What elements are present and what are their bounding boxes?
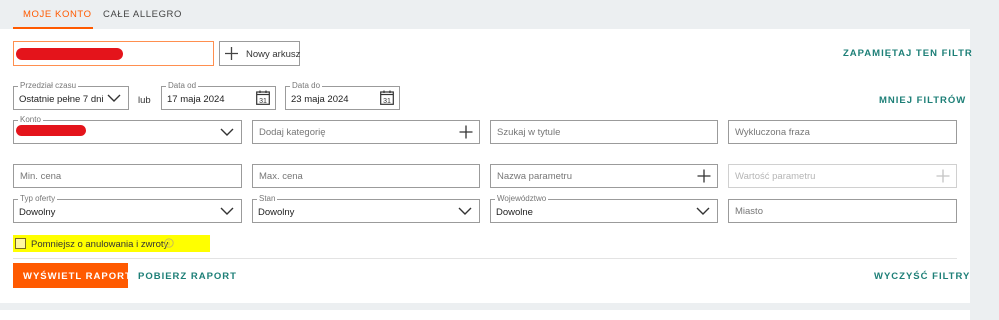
- min-price-placeholder: Min. cena: [20, 171, 62, 182]
- offer-type-legend: Typ oferty: [18, 194, 58, 204]
- download-report-link[interactable]: POBIERZ RAPORT: [138, 271, 237, 282]
- new-sheet-label: Nowy arkusz: [246, 49, 301, 60]
- param-value-input: Wartość parametru: [728, 164, 957, 188]
- clear-filters-link[interactable]: WYCZYŚĆ FILTRY: [874, 271, 970, 282]
- period-value: Ostatnie pełne 7 dni: [19, 94, 104, 105]
- or-label: lub: [138, 95, 151, 106]
- param-value-placeholder: Wartość parametru: [735, 171, 816, 182]
- plus-icon: [936, 169, 950, 183]
- chevron-down-icon: [458, 207, 472, 215]
- offer-type-value: Dowolny: [19, 207, 56, 218]
- city-placeholder: Miasto: [735, 206, 763, 217]
- new-sheet-button[interactable]: Nowy arkusz: [219, 41, 300, 66]
- date-to-legend: Data do: [290, 81, 323, 91]
- chevron-down-icon: [107, 94, 121, 102]
- province-value: Dowolne: [496, 207, 533, 218]
- date-from-input[interactable]: Data od 17 maja 2024 31: [161, 81, 276, 110]
- panel-separator: [0, 303, 970, 310]
- max-price-input[interactable]: Max. cena: [252, 164, 480, 188]
- province-legend: Województwo: [495, 194, 549, 204]
- chevron-down-icon: [220, 207, 234, 215]
- date-to-input[interactable]: Data do 23 maja 2024 31: [285, 81, 400, 110]
- offer-type-select[interactable]: Typ oferty Dowolny: [13, 194, 242, 223]
- province-select[interactable]: Województwo Dowolne: [490, 194, 718, 223]
- category-placeholder: Dodaj kategorię: [259, 127, 326, 138]
- account-legend: Konto: [18, 115, 43, 125]
- fewer-filters-link[interactable]: MNIEJ FILTRÓW: [879, 95, 966, 106]
- title-search-input[interactable]: Szukaj w tytule: [490, 120, 718, 144]
- param-name-input[interactable]: Nazwa parametru: [490, 164, 718, 188]
- tab-all-allegro[interactable]: CAŁE ALLEGRO: [103, 9, 182, 20]
- chevron-down-icon: [696, 207, 710, 215]
- chevron-down-icon: [220, 128, 234, 136]
- city-input[interactable]: Miasto: [728, 199, 957, 223]
- info-icon[interactable]: [164, 238, 174, 248]
- date-to-value: 23 maja 2024: [291, 94, 349, 105]
- sheet-name-input[interactable]: [13, 41, 214, 66]
- calendar-icon[interactable]: 31: [256, 90, 270, 105]
- plus-icon[interactable]: [459, 125, 473, 139]
- reduce-returns-label[interactable]: Pomniejsz o anulowania i zwroty: [31, 239, 168, 250]
- excluded-phrase-placeholder: Wykluczona fraza: [735, 127, 810, 138]
- show-report-label: WYŚWIETL RAPORT: [23, 271, 132, 282]
- tab-bar: MOJE KONTO CAŁE ALLEGRO: [0, 0, 970, 28]
- plus-icon[interactable]: [697, 169, 711, 183]
- excluded-phrase-input[interactable]: Wykluczona fraza: [728, 120, 957, 144]
- param-name-placeholder: Nazwa parametru: [497, 171, 572, 182]
- account-select[interactable]: Konto: [13, 115, 242, 144]
- plus-icon: [225, 47, 238, 60]
- calendar-icon[interactable]: 31: [380, 90, 394, 105]
- title-search-placeholder: Szukaj w tytule: [497, 127, 561, 138]
- page-background: [970, 0, 999, 320]
- show-report-button[interactable]: WYŚWIETL RAPORT: [13, 263, 131, 288]
- calendar-day: 31: [383, 98, 391, 105]
- reduce-returns-checkbox[interactable]: [15, 238, 26, 249]
- tab-my-account[interactable]: MOJE KONTO: [23, 9, 92, 20]
- condition-value: Dowolny: [258, 207, 295, 218]
- next-panel: [0, 310, 970, 320]
- calendar-day: 31: [259, 98, 267, 105]
- period-select[interactable]: Przedział czasu Ostatnie pełne 7 dni: [13, 81, 129, 110]
- condition-legend: Stan: [257, 194, 278, 204]
- date-from-value: 17 maja 2024: [167, 94, 225, 105]
- save-filter-link[interactable]: ZAPAMIĘTAJ TEN FILTR: [843, 48, 973, 59]
- period-legend: Przedział czasu: [18, 81, 79, 91]
- redacted-text: [16, 48, 123, 60]
- category-input[interactable]: Dodaj kategorię: [252, 120, 480, 144]
- redacted-text: [16, 125, 86, 136]
- max-price-placeholder: Max. cena: [259, 171, 303, 182]
- condition-select[interactable]: Stan Dowolny: [252, 194, 480, 223]
- date-from-legend: Data od: [166, 81, 199, 91]
- divider: [13, 258, 957, 259]
- min-price-input[interactable]: Min. cena: [13, 164, 242, 188]
